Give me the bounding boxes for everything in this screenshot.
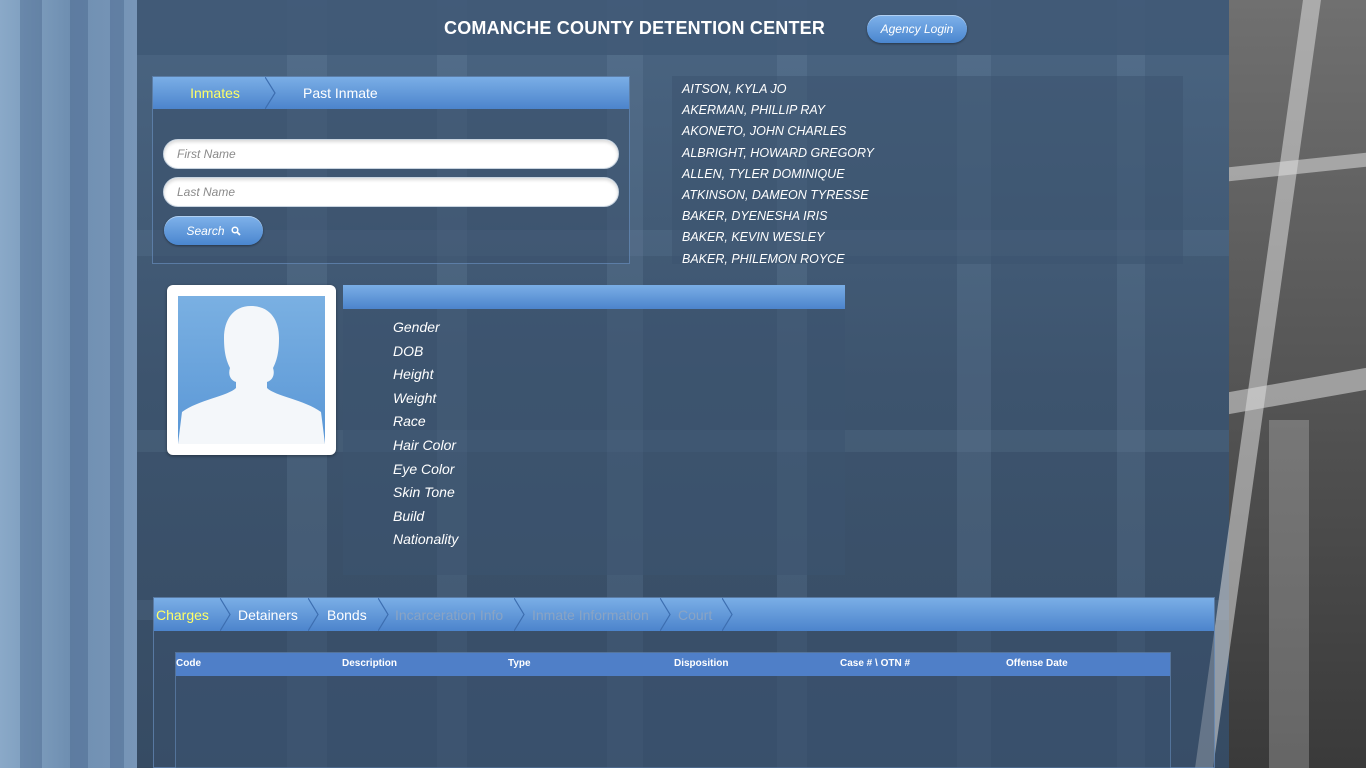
- records-tabs: Charges Detainers Bonds Incarceration In…: [154, 598, 1214, 631]
- records-panel: Charges Detainers Bonds Incarceration In…: [153, 597, 1215, 768]
- field-nationality: Nationality: [393, 531, 459, 548]
- list-item[interactable]: AITSON, KYLA JO: [682, 81, 1183, 102]
- photo-placeholder: [178, 296, 325, 444]
- tab-separator-icon: [308, 598, 319, 631]
- search-panel: Inmates Past Inmate Search: [152, 76, 630, 264]
- tab-separator-icon: [722, 598, 733, 631]
- details-header: [343, 285, 845, 309]
- tab-bonds[interactable]: Bonds: [327, 598, 367, 631]
- last-name-input-wrapper: [163, 177, 619, 207]
- list-item[interactable]: ALBRIGHT, HOWARD GREGORY: [682, 145, 1183, 166]
- tab-inmate-information[interactable]: Inmate Information: [532, 598, 649, 631]
- tab-detainers[interactable]: Detainers: [238, 598, 298, 631]
- first-name-input-wrapper: [163, 139, 619, 169]
- search-button-label: Search: [186, 223, 225, 238]
- tab-past-inmate-label: Past Inmate: [303, 85, 378, 101]
- search-icon: [230, 225, 241, 236]
- tab-court[interactable]: Court: [678, 598, 712, 631]
- details-field-list: Gender DOB Height Weight Race Hair Color…: [393, 318, 458, 554]
- field-height: Height: [393, 366, 434, 383]
- field-eye-color: Eye Color: [393, 460, 455, 477]
- tab-separator-icon: [378, 598, 389, 631]
- column-header-offense-date[interactable]: Offense Date: [1006, 658, 1068, 669]
- list-item[interactable]: BAKER, KEVIN WESLEY: [682, 229, 1183, 250]
- list-item[interactable]: AKERMAN, PHILLIP RAY: [682, 102, 1183, 123]
- tab-separator-icon: [660, 598, 671, 631]
- last-name-input[interactable]: [177, 185, 618, 199]
- inmate-photo: [167, 285, 336, 455]
- search-tabs: Inmates Past Inmate: [153, 77, 629, 109]
- tab-incarceration-info[interactable]: Incarceration Info: [395, 598, 503, 631]
- person-silhouette-icon: [178, 306, 325, 444]
- tab-separator-icon: [265, 77, 276, 109]
- column-header-disposition[interactable]: Disposition: [674, 658, 728, 669]
- column-header-description[interactable]: Description: [342, 658, 397, 669]
- charges-table-header: Code Description Type Disposition Case #…: [176, 653, 1170, 676]
- tab-separator-icon: [220, 598, 231, 631]
- search-button[interactable]: Search: [164, 216, 263, 245]
- field-gender: Gender: [393, 319, 440, 335]
- list-item[interactable]: AKONETO, JOHN CHARLES: [682, 123, 1183, 144]
- first-name-input[interactable]: [177, 147, 618, 161]
- field-skin-tone: Skin Tone: [393, 484, 455, 501]
- field-hair-color: Hair Color: [393, 436, 457, 453]
- column-header-code[interactable]: Code: [176, 658, 201, 669]
- field-weight: Weight: [393, 389, 437, 406]
- field-race: Race: [393, 413, 426, 430]
- page-title: COMANCHE COUNTY DETENTION CENTER: [444, 18, 826, 38]
- list-item[interactable]: ALLEN, TYLER DOMINIQUE: [682, 166, 1183, 187]
- tab-separator-icon: [514, 598, 525, 631]
- column-header-case-otn[interactable]: Case # \ OTN #: [840, 658, 910, 669]
- field-build: Build: [393, 507, 425, 524]
- tab-past-inmate[interactable]: Past Inmate: [277, 77, 407, 109]
- inmate-details-panel: Gender DOB Height Weight Race Hair Color…: [343, 285, 845, 575]
- inmate-list: AITSON, KYLA JO AKERMAN, PHILLIP RAY AKO…: [672, 76, 1183, 266]
- background-right-bars: [1195, 0, 1366, 768]
- background-left-bars: [0, 0, 137, 768]
- list-item[interactable]: BAKER, DYENESHA IRIS: [682, 208, 1183, 229]
- list-item[interactable]: ATKINSON, DAMEON TYRESSE: [682, 187, 1183, 208]
- field-dob: DOB: [393, 342, 424, 359]
- tab-inmates-label: Inmates: [190, 85, 240, 101]
- agency-login-button[interactable]: Agency Login: [867, 15, 967, 43]
- column-header-type[interactable]: Type: [508, 658, 531, 669]
- tab-charges[interactable]: Charges: [156, 598, 209, 631]
- tab-inmates[interactable]: Inmates: [153, 77, 277, 109]
- list-item[interactable]: BAKER, PHILEMON ROYCE: [682, 251, 1183, 272]
- charges-table: Code Description Type Disposition Case #…: [175, 652, 1171, 768]
